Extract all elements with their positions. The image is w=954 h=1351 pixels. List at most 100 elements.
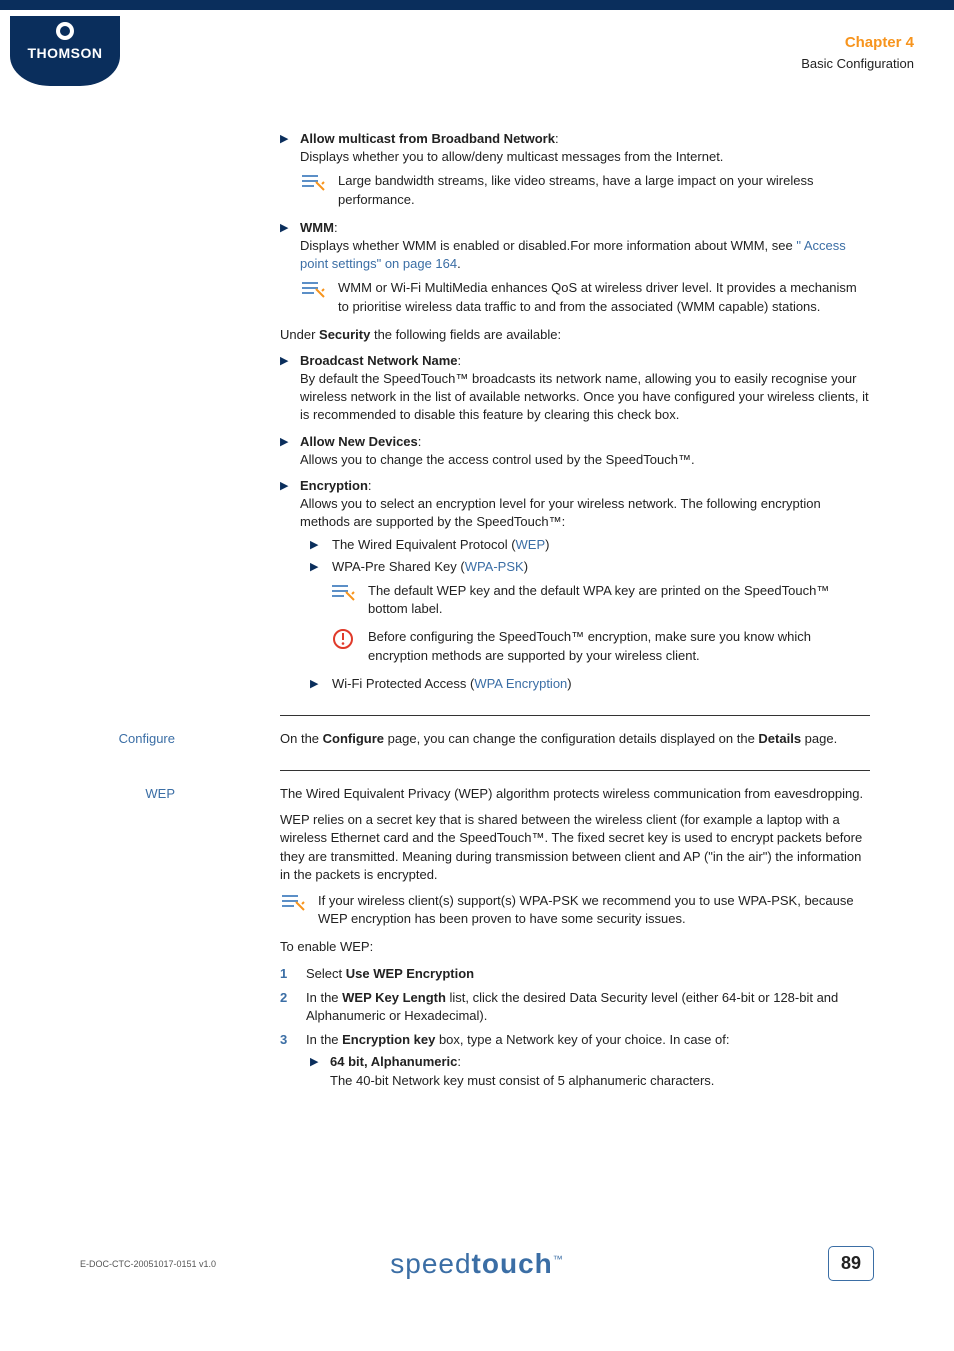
- wmm-note: WMM or Wi-Fi MultiMedia enhances QoS at …: [300, 279, 870, 315]
- bullet-broadcast: ▶ Broadcast Network Name: By default the…: [280, 352, 870, 425]
- wmm-note-text: WMM or Wi-Fi MultiMedia enhances QoS at …: [338, 279, 870, 315]
- triangle-icon: ▶: [310, 558, 320, 575]
- configure-section: Configure On the Configure page, you can…: [180, 730, 870, 748]
- note-icon: [330, 582, 356, 604]
- e2a: WPA-Pre Shared Key (: [332, 559, 465, 574]
- wep-note-text: If your wireless client(s) support(s) WP…: [318, 892, 870, 928]
- step-num-1: 1: [280, 965, 292, 983]
- cfg-e: page.: [801, 731, 837, 746]
- note-icon: [300, 172, 326, 194]
- s3a: In the: [306, 1032, 342, 1047]
- wep-p1: The Wired Equivalent Privacy (WEP) algor…: [280, 785, 870, 803]
- allownew-title: Allow New Devices: [300, 434, 418, 449]
- aside-wep: WEP: [105, 785, 175, 803]
- speedtouch-brand: speedtouch™: [390, 1244, 564, 1283]
- wep-link[interactable]: WEP: [516, 537, 546, 552]
- multicast-note-text: Large bandwidth streams, like video stre…: [338, 172, 870, 208]
- broadcast-title: Broadcast Network Name: [300, 353, 458, 368]
- e3a: Wi-Fi Protected Access (: [332, 676, 474, 691]
- sub-t: 64 bit, Alphanumeric: [330, 1054, 457, 1069]
- security-intro: Under Security the following fields are …: [280, 326, 870, 344]
- top-bar: [0, 0, 954, 10]
- multicast-note: Large bandwidth streams, like video stre…: [300, 172, 870, 208]
- triangle-icon: ▶: [280, 352, 290, 369]
- enc-item3: ▶ Wi-Fi Protected Access (WPA Encryption…: [180, 675, 870, 693]
- bullet-encryption: ▶ Encryption: Allows you to select an en…: [280, 477, 870, 532]
- e2b: ): [524, 559, 528, 574]
- step-2: 2 In the WEP Key Length list, click the …: [280, 989, 870, 1025]
- wmm-desc-b: .: [457, 256, 461, 271]
- wep-section: WEP The Wired Equivalent Privacy (WEP) a…: [180, 785, 870, 1090]
- s1b: Use WEP Encryption: [346, 966, 474, 981]
- wmm-title: WMM: [300, 220, 334, 235]
- s3c: box, type a Network key of your choice. …: [435, 1032, 729, 1047]
- e1b: ): [545, 537, 549, 552]
- multicast-title: Allow multicast from Broadband Network: [300, 131, 555, 146]
- sub-d: The 40-bit Network key must consist of 5…: [330, 1073, 714, 1088]
- triangle-icon: ▶: [280, 130, 290, 147]
- wep-note: If your wireless client(s) support(s) WP…: [280, 892, 870, 928]
- enc-warn: Before configuring the SpeedTouch™ encry…: [330, 628, 870, 664]
- bullet-allownew: ▶ Allow New Devices: Allows you to chang…: [280, 433, 870, 469]
- aside-configure: Configure: [105, 730, 175, 748]
- enc-note: The default WEP key and the default WPA …: [330, 582, 870, 618]
- divider: [280, 770, 870, 771]
- e3b: ): [567, 676, 571, 691]
- brand-bold: touch: [472, 1248, 553, 1279]
- broadcast-desc: By default the SpeedTouch™ broadcasts it…: [300, 371, 869, 422]
- chapter-subtitle: Basic Configuration: [801, 55, 914, 73]
- logo-circle-icon: [56, 22, 74, 40]
- chapter-label: Chapter 4: [801, 32, 914, 53]
- cfg-c: page, you can change the configuration d…: [384, 731, 758, 746]
- allownew-desc: Allows you to change the access control …: [300, 452, 695, 467]
- triangle-icon: ▶: [310, 1053, 320, 1070]
- encryption-title: Encryption: [300, 478, 368, 493]
- doc-id: E-DOC-CTC-20051017-0151 v1.0: [80, 1258, 216, 1271]
- sec-c: the following fields are available:: [370, 327, 561, 342]
- step3-sub: ▶ 64 bit, Alphanumeric: The 40-bit Netwo…: [330, 1053, 870, 1089]
- wpa-link[interactable]: WPA Encryption: [474, 676, 567, 691]
- cfg-a: On the: [280, 731, 323, 746]
- e1a: The Wired Equivalent Protocol (: [332, 537, 516, 552]
- trademark-icon: ™: [553, 1254, 564, 1265]
- thomson-logo: THOMSON: [10, 16, 120, 86]
- note-icon: [280, 892, 306, 914]
- encryption-desc: Allows you to select an encryption level…: [300, 496, 821, 529]
- cfg-d: Details: [758, 731, 801, 746]
- multicast-desc: Displays whether you to allow/deny multi…: [300, 149, 723, 164]
- triangle-icon: ▶: [280, 219, 290, 236]
- page-footer: E-DOC-CTC-20051017-0151 v1.0 speedtouch™…: [0, 1241, 954, 1291]
- s3b: Encryption key: [342, 1032, 435, 1047]
- s2a: In the: [306, 990, 342, 1005]
- sec-b: Security: [319, 327, 370, 342]
- triangle-icon: ▶: [280, 477, 290, 494]
- page-number: 89: [828, 1246, 874, 1281]
- wpapsk-link[interactable]: WPA-PSK: [465, 559, 524, 574]
- triangle-icon: ▶: [310, 675, 320, 692]
- enc-note-text: The default WEP key and the default WPA …: [368, 582, 870, 618]
- bullet-wmm: ▶ WMM: Displays whether WMM is enabled o…: [280, 219, 870, 274]
- page-header: Chapter 4 Basic Configuration: [801, 32, 914, 73]
- wep-p2: WEP relies on a secret key that is share…: [280, 811, 870, 884]
- s1a: Select: [306, 966, 346, 981]
- wep-enable: To enable WEP:: [280, 938, 870, 956]
- wmm-desc-a: Displays whether WMM is enabled or disab…: [300, 238, 796, 253]
- step-3: 3 In the Encryption key box, type a Netw…: [280, 1031, 870, 1049]
- step-1: 1 Select Use WEP Encryption: [280, 965, 870, 983]
- enc-item2: ▶ WPA-Pre Shared Key (WPA-PSK): [180, 558, 870, 576]
- main-content: ▶ Allow multicast from Broadband Network…: [180, 130, 870, 1104]
- logo-text: THOMSON: [10, 44, 120, 64]
- divider: [280, 715, 870, 716]
- bullet-multicast: ▶ Allow multicast from Broadband Network…: [280, 130, 870, 166]
- cfg-b: Configure: [323, 731, 384, 746]
- enc-warn-text: Before configuring the SpeedTouch™ encry…: [368, 628, 870, 664]
- sec-a: Under: [280, 327, 319, 342]
- enc-item1: ▶ The Wired Equivalent Protocol (WEP): [180, 536, 870, 554]
- s2b: WEP Key Length: [342, 990, 446, 1005]
- triangle-icon: ▶: [280, 433, 290, 450]
- step-num-2: 2: [280, 989, 292, 1007]
- step-num-3: 3: [280, 1031, 292, 1049]
- warning-icon: [330, 628, 356, 650]
- triangle-icon: ▶: [310, 536, 320, 553]
- note-icon: [300, 279, 326, 301]
